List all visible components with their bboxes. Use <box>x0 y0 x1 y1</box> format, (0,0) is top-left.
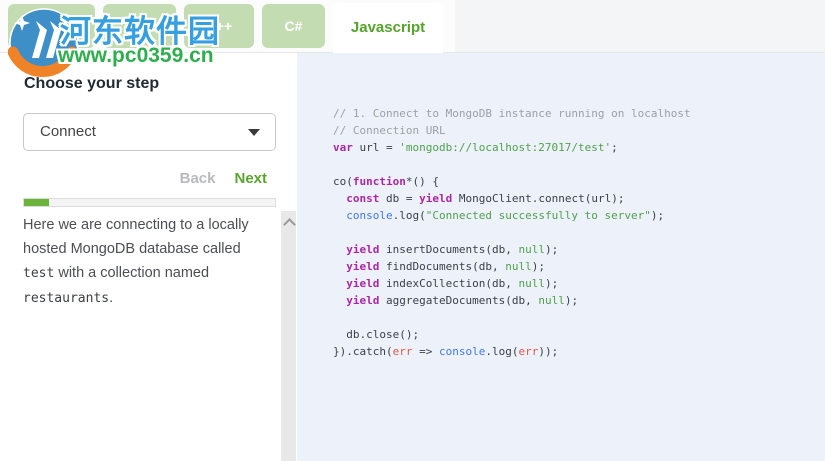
code-line: yield aggregateDocuments(db, null); <box>346 294 579 307</box>
step-description: Here we are connecting to a locally host… <box>23 217 249 306</box>
tab-python[interactable]: Python <box>8 4 95 48</box>
tab-csharp[interactable]: C# <box>262 4 325 48</box>
language-tabs: Python Java C++ C# Javascript <box>8 3 443 54</box>
code-line: }).catch(err => console.log(err)); <box>333 345 559 358</box>
inline-code: test <box>23 266 55 281</box>
progress-bar <box>23 198 276 207</box>
step-select[interactable]: Connect <box>23 113 276 151</box>
scroll-up-icon[interactable] <box>283 218 296 231</box>
code-line: yield indexCollection(db, null); <box>346 277 559 290</box>
chevron-down-icon <box>248 129 260 136</box>
sidebar-heading: Choose your step <box>24 75 160 92</box>
sidebar-scrollbar[interactable] <box>281 211 296 461</box>
step-sidebar: Choose your step Connect Back Next Here w… <box>0 53 297 461</box>
code-block: // 1. Connect to MongoDB instance runnin… <box>333 105 691 360</box>
code-line: yield findDocuments(db, null); <box>346 260 545 273</box>
step-select-value: Connect <box>40 123 96 140</box>
next-button[interactable]: Next <box>234 170 267 187</box>
tab-cpp[interactable]: C++ <box>184 4 254 48</box>
code-line: var url = 'mongodb://localhost:27017/tes… <box>333 141 618 154</box>
code-line: // Connection URL <box>333 124 446 137</box>
tab-javascript[interactable]: Javascript <box>333 3 443 54</box>
back-button[interactable]: Back <box>180 170 216 187</box>
code-panel: // 1. Connect to MongoDB instance runnin… <box>297 53 825 461</box>
language-tabbar: Python Java C++ C# Javascript <box>0 0 825 54</box>
app-window: Python Java C++ C# Javascript Choose your st… <box>0 0 825 461</box>
inline-code: restaurants <box>23 291 110 306</box>
code-line: db.close(); <box>333 328 420 341</box>
code-line: // 1. Connect to MongoDB instance runnin… <box>333 107 691 120</box>
code-line: const db = yield MongoClient.connect(url… <box>346 192 625 205</box>
code-line: yield insertDocuments(db, null); <box>346 243 559 256</box>
tab-java[interactable]: Java <box>103 4 176 48</box>
code-line: co(function*() { <box>333 175 439 188</box>
step-nav: Back Next <box>180 170 267 187</box>
code-line: console.log("Connected successfully to s… <box>346 209 665 222</box>
progress-fill <box>24 199 50 206</box>
